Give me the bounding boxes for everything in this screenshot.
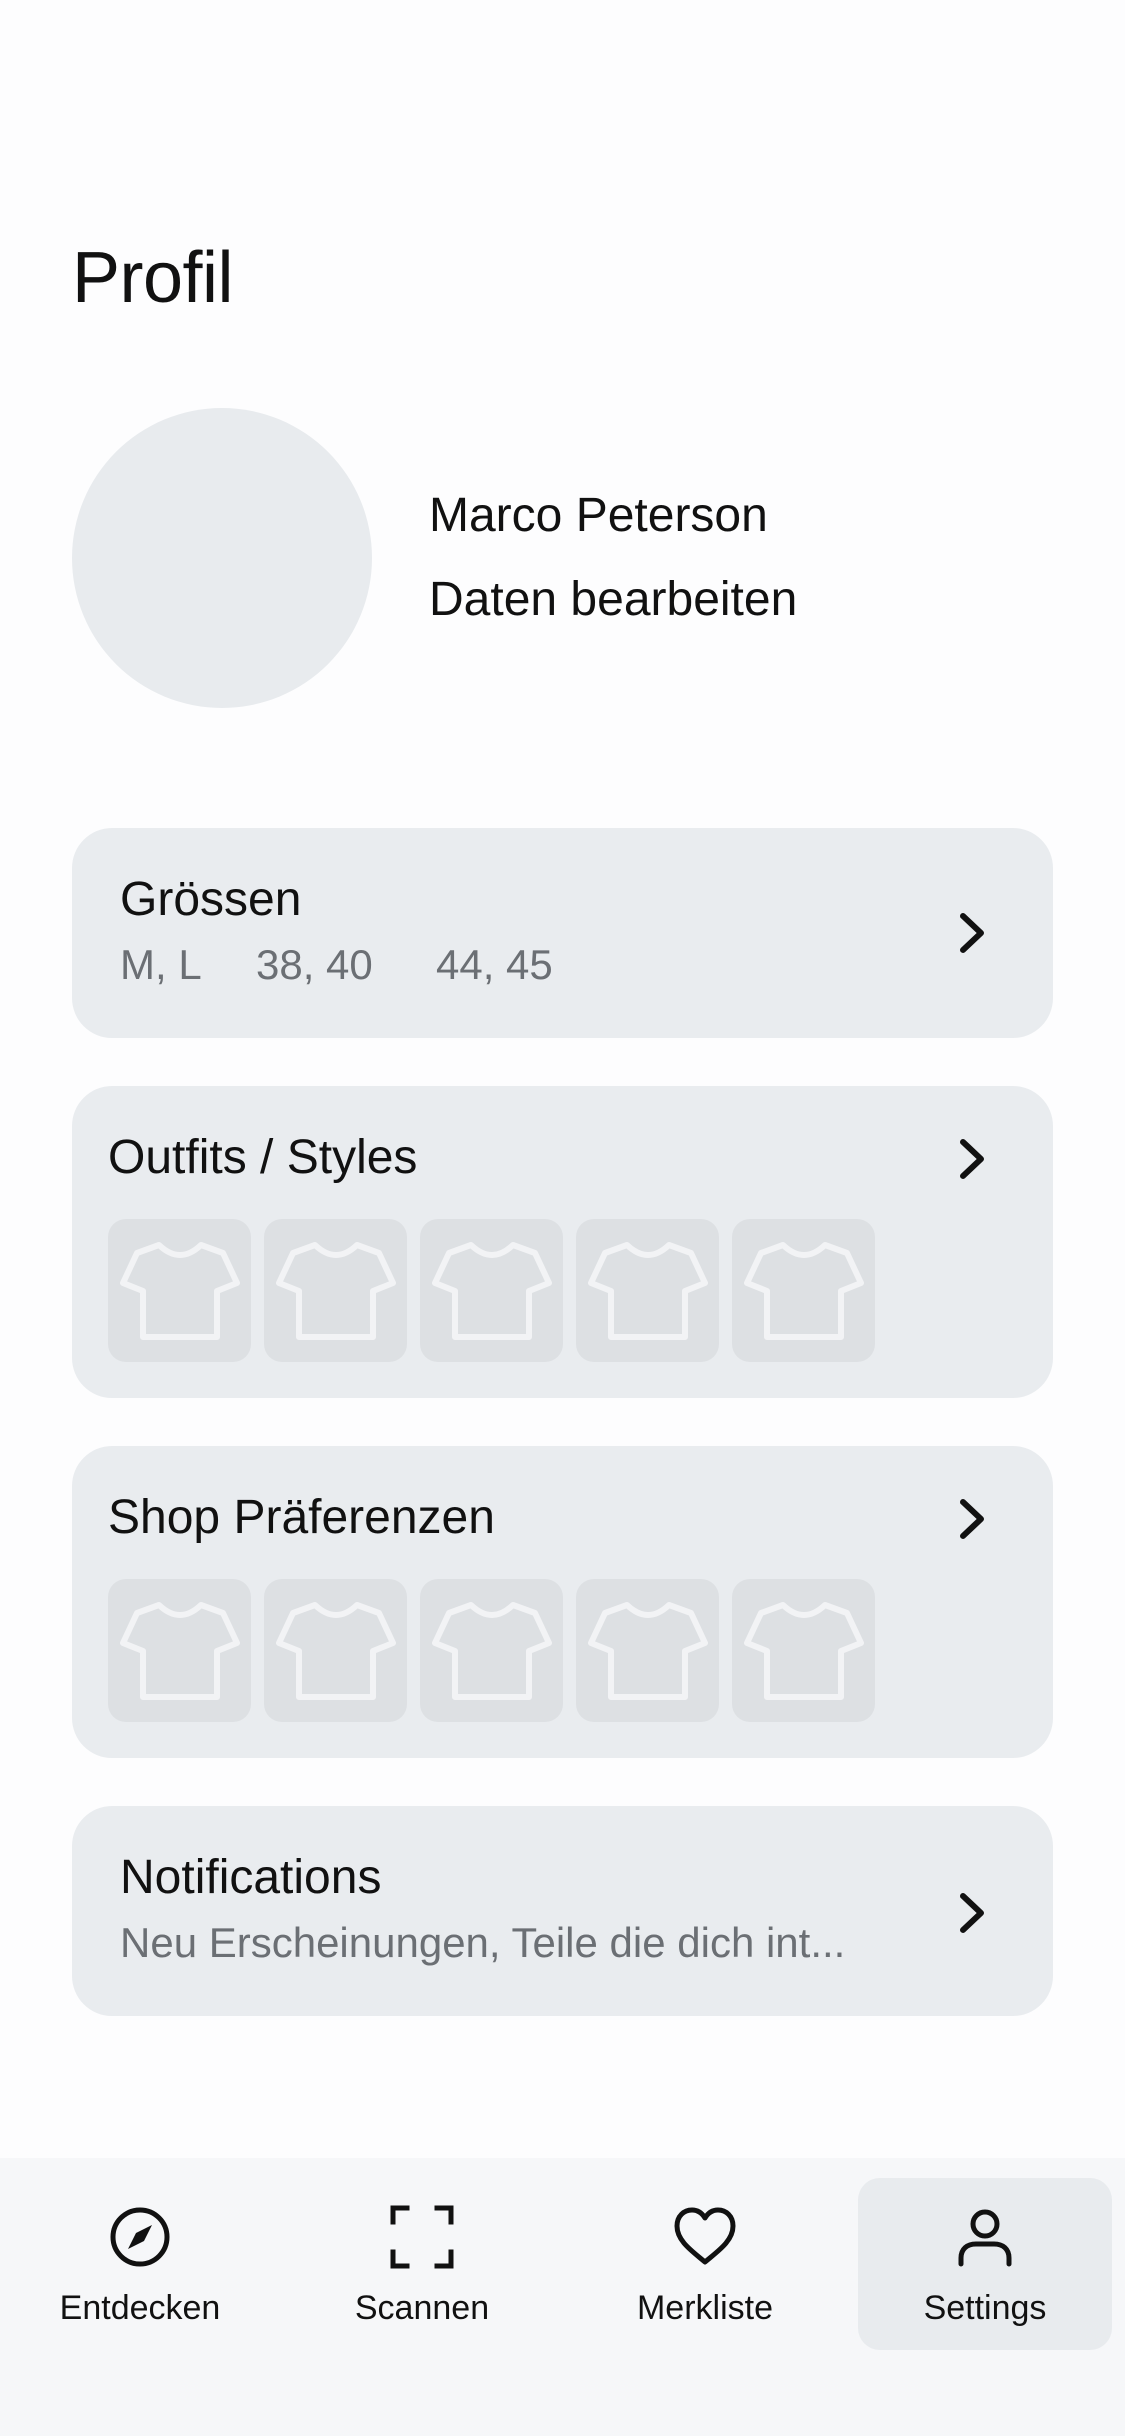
outfits-thumbnails	[108, 1219, 875, 1362]
page-title: Profil	[72, 238, 234, 318]
shop-thumbnail[interactable]	[264, 1579, 407, 1722]
tshirt-icon	[743, 1601, 864, 1700]
outfits-title: Outfits / Styles	[108, 1131, 418, 1184]
notifications-card[interactable]: Notifications Neu Erscheinungen, Teile d…	[72, 1806, 1053, 2016]
outfit-thumbnail[interactable]	[732, 1219, 875, 1362]
tshirt-icon	[431, 1601, 552, 1700]
outfit-thumbnail[interactable]	[420, 1219, 563, 1362]
nav-label-merkliste: Merkliste	[636, 2289, 774, 2327]
nav-label-entdecken: Entdecken	[59, 2289, 221, 2327]
nav-item-merkliste[interactable]: Merkliste	[578, 2178, 832, 2350]
tshirt-icon	[275, 1601, 396, 1700]
heart-icon	[674, 2207, 736, 2265]
shop-thumbnail[interactable]	[108, 1579, 251, 1722]
nav-item-entdecken[interactable]: Entdecken	[13, 2178, 267, 2350]
tshirt-icon	[587, 1601, 708, 1700]
tshirt-icon	[587, 1241, 708, 1340]
tshirt-icon	[119, 1601, 240, 1700]
nav-item-settings[interactable]: Settings	[858, 2178, 1112, 2350]
notifications-subtitle: Neu Erscheinungen, Teile die dich int...	[120, 1919, 846, 1966]
chevron-right-icon	[960, 1139, 984, 1179]
notifications-title: Notifications	[120, 1851, 382, 1904]
outfit-thumbnail[interactable]	[576, 1219, 719, 1362]
nav-item-scannen[interactable]: Scannen	[295, 2178, 549, 2350]
shop-preferences-title: Shop Präferenzen	[108, 1491, 495, 1544]
chevron-right-icon	[960, 1499, 984, 1539]
chevron-right-icon	[960, 1893, 984, 1933]
bottom-navigation: Entdecken Scannen Merkliste Settings	[0, 2158, 1125, 2436]
chevron-right-icon	[960, 913, 984, 953]
profile-name: Marco Peterson	[429, 489, 768, 542]
shop-thumbnail[interactable]	[732, 1579, 875, 1722]
outfits-card[interactable]: Outfits / Styles	[72, 1086, 1053, 1398]
tshirt-icon	[275, 1241, 396, 1340]
edit-profile-link[interactable]: Daten bearbeiten	[429, 570, 797, 630]
size-value-tops: M, L	[120, 941, 202, 988]
sizes-card[interactable]: Grössen M, L 38, 40 44, 45	[72, 828, 1053, 1038]
shop-thumbnail[interactable]	[420, 1579, 563, 1722]
tshirt-icon	[743, 1241, 864, 1340]
avatar[interactable]	[72, 408, 372, 708]
compass-icon	[110, 2207, 170, 2267]
person-icon	[958, 2209, 1012, 2267]
sizes-title: Grössen	[120, 873, 302, 926]
scan-frame-icon	[390, 2205, 454, 2269]
size-value-shoes: 44, 45	[436, 941, 553, 988]
shop-thumbnail[interactable]	[576, 1579, 719, 1722]
outfit-thumbnail[interactable]	[108, 1219, 251, 1362]
tshirt-icon	[431, 1241, 552, 1340]
shop-thumbnails	[108, 1579, 875, 1722]
tshirt-icon	[119, 1241, 240, 1340]
shop-preferences-card[interactable]: Shop Präferenzen	[72, 1446, 1053, 1758]
nav-label-scannen: Scannen	[354, 2289, 490, 2327]
outfit-thumbnail[interactable]	[264, 1219, 407, 1362]
nav-label-settings: Settings	[923, 2289, 1047, 2327]
size-value-pants: 38, 40	[256, 941, 373, 988]
